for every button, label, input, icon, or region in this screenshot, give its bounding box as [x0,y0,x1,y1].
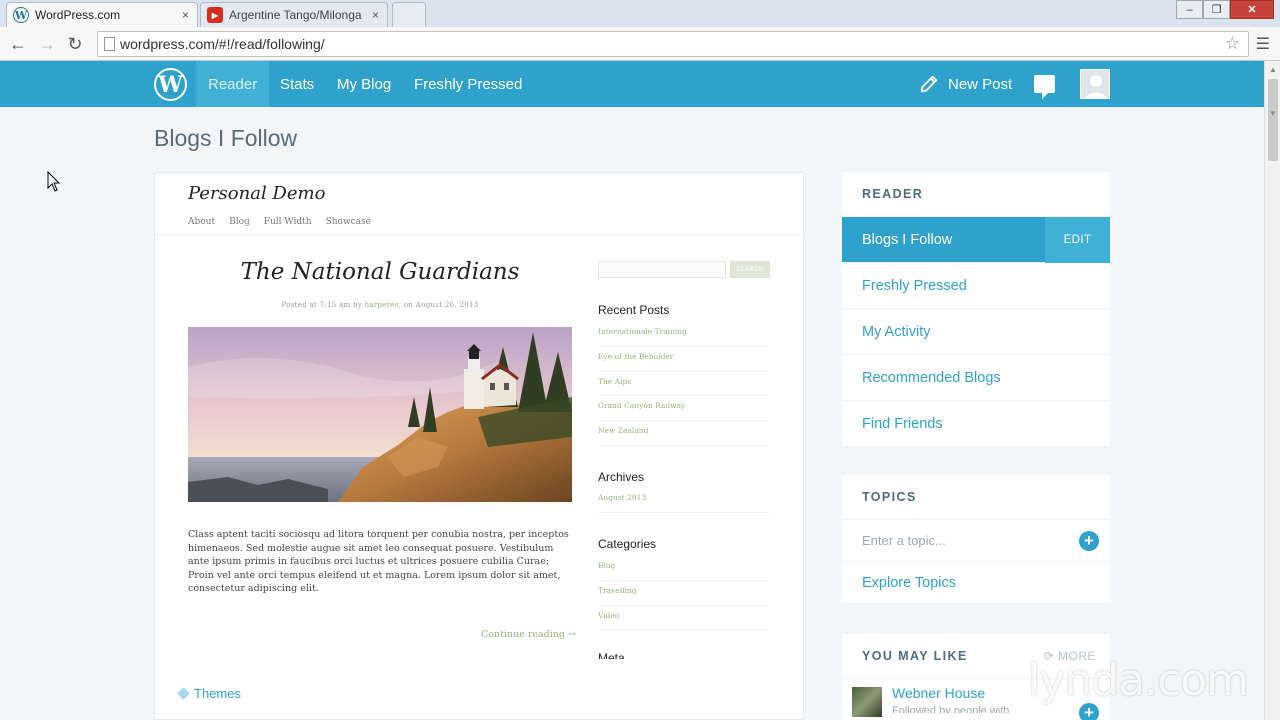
nav-freshly-pressed[interactable]: Freshly Pressed [402,61,534,107]
list-item[interactable]: Grand Canyon Railway [598,396,770,422]
categories-list: Blog Travelling Video [598,556,770,631]
site-name[interactable]: Personal Demo [188,183,325,204]
list-item[interactable]: Internationale Training [598,322,770,347]
notifications-icon[interactable] [1034,75,1055,99]
avatar[interactable] [1080,69,1110,99]
recommended-blog-name[interactable]: Webner House [892,685,985,701]
mouse-cursor-icon [47,171,61,192]
explore-topics-link[interactable]: Explore Topics [842,561,1110,603]
tab-strip: W WordPress.com × ▶ Argentine Tango/Milo… [0,0,1280,27]
forward-icon[interactable]: → [35,32,59,56]
blog-search-input[interactable] [598,261,726,278]
reader-item-label: Blogs I Follow [862,231,953,248]
site-nav-item[interactable]: Full Width [264,217,312,227]
close-tab-icon[interactable]: × [182,8,189,22]
post-title[interactable]: The National Guardians [188,259,572,285]
list-item[interactable]: The Alps [598,372,770,397]
post-image-lighthouse[interactable] [188,327,572,502]
tab-wordpress[interactable]: W WordPress.com × [6,2,198,27]
bookmark-star-icon[interactable]: ☆ [1225,34,1240,54]
list-item[interactable]: August 2013 [598,488,770,513]
post-excerpt: Class aptent taciti sociosqu ad litora t… [188,529,569,594]
wordpress-favicon-icon: W [13,7,29,23]
tab-youtube[interactable]: ▶ Argentine Tango/Milonga × [200,2,388,27]
reader-item-find-friends[interactable]: Find Friends [842,400,1110,446]
recent-posts-heading: Recent Posts [598,303,670,317]
list-item[interactable]: New Zealand [598,421,770,446]
back-icon[interactable]: ← [6,32,30,56]
post-card: Personal Demo About Blog Full Width Show… [154,172,805,720]
post-meta-suffix: , on August 26, 2013 [398,301,479,309]
topics-panel: TOPICS Enter a topic... + Explore Topics [842,475,1110,603]
site-nav-item[interactable]: Blog [229,217,250,227]
wp-masterbar: W Reader Stats My Blog Freshly Pressed N… [0,61,1264,107]
page-icon [104,37,115,51]
browser-chrome: W WordPress.com × ▶ Argentine Tango/Milo… [0,0,1280,61]
window-controls: – ❐ ✕ [1176,0,1274,19]
archives-heading: Archives [598,470,645,484]
topic-placeholder: Enter a topic... [862,533,946,548]
divider [155,235,805,236]
youtube-favicon-icon: ▶ [207,7,223,23]
scroll-down-icon[interactable]: ▼ [1269,109,1277,118]
window-close-icon[interactable]: ✕ [1230,0,1274,19]
blog-thumbnail [852,687,882,717]
minimize-icon[interactable]: – [1176,0,1203,19]
tab-title: Argentine Tango/Milonga [229,8,362,22]
scroll-thumb[interactable] [1268,79,1278,161]
archives-list: August 2013 [598,488,770,513]
topics-heading: TOPICS [862,490,917,504]
nav-my-blog[interactable]: My Blog [325,61,403,107]
site-nav: About Blog Full Width Showcase [188,217,371,227]
post-tag[interactable]: Themes [177,686,241,701]
reader-item-recommended-blogs[interactable]: Recommended Blogs [842,354,1110,400]
post-meta-prefix: Posted at 7:15 am by [281,301,365,309]
reader-item-freshly-pressed[interactable]: Freshly Pressed [842,262,1110,308]
blog-search-button[interactable]: SEARCH [730,261,770,278]
nav-reader[interactable]: Reader [196,61,270,107]
wordpress-logo-icon[interactable]: W [154,68,187,101]
site-nav-item[interactable]: Showcase [326,217,371,227]
post-author-link[interactable]: harperes [365,301,399,309]
nav-stats[interactable]: Stats [268,61,326,107]
tab-title: WordPress.com [35,8,121,22]
page-scrollbar[interactable]: ▲ ▼ [1264,61,1280,720]
browser-menu-icon[interactable]: ☰ [1256,34,1270,54]
recommended-blog-reason: Followed by people with [892,705,1010,713]
reader-panel: READER Blogs I Follow EDIT Freshly Press… [842,172,1110,446]
post-meta: Posted at 7:15 am by harperes, on August… [188,301,572,309]
reload-icon[interactable]: ↻ [63,32,87,56]
new-tab-button[interactable] [392,2,426,27]
list-item[interactable]: Video [598,606,770,631]
tag-icon [177,687,190,700]
lighthouse-photo [188,327,572,502]
meta-heading: Meta [598,651,625,659]
new-post-label: New Post [948,75,1013,93]
browser-toolbar: ← → ↻ wordpress.com/#!/read/following/ ☆… [0,27,1280,61]
list-item[interactable]: Eye of the Beholder [598,347,770,372]
continue-reading-link[interactable]: Continue reading → [481,629,576,640]
new-post-button[interactable]: New Post [918,61,1012,107]
restore-icon[interactable]: ❐ [1203,0,1230,19]
close-tab-icon[interactable]: × [372,8,379,22]
edit-button[interactable]: EDIT [1045,217,1110,263]
categories-heading: Categories [598,537,657,551]
list-item[interactable]: Blog [598,556,770,581]
site-nav-item[interactable]: About [188,217,215,227]
reader-item-my-activity[interactable]: My Activity [842,308,1110,354]
lynda-watermark: lynda.com [1028,655,1249,706]
url-text: wordpress.com/#!/read/following/ [120,36,325,52]
topic-input[interactable]: Enter a topic... + [842,519,1110,561]
reader-item-blogs-i-follow[interactable]: Blogs I Follow EDIT [842,216,1110,263]
reader-heading: READER [862,187,924,201]
pencil-icon [920,75,938,93]
page-title: Blogs I Follow [154,125,298,151]
add-topic-icon[interactable]: + [1079,531,1099,551]
recent-posts-list: Internationale Training Eye of the Behol… [598,322,770,446]
list-item[interactable]: Travelling [598,581,770,606]
scroll-up-icon[interactable]: ▲ [1269,65,1277,74]
user-silhouette-icon [1081,70,1109,98]
address-bar[interactable]: wordpress.com/#!/read/following/ ☆ [97,31,1249,57]
post-tag-label: Themes [194,686,241,701]
